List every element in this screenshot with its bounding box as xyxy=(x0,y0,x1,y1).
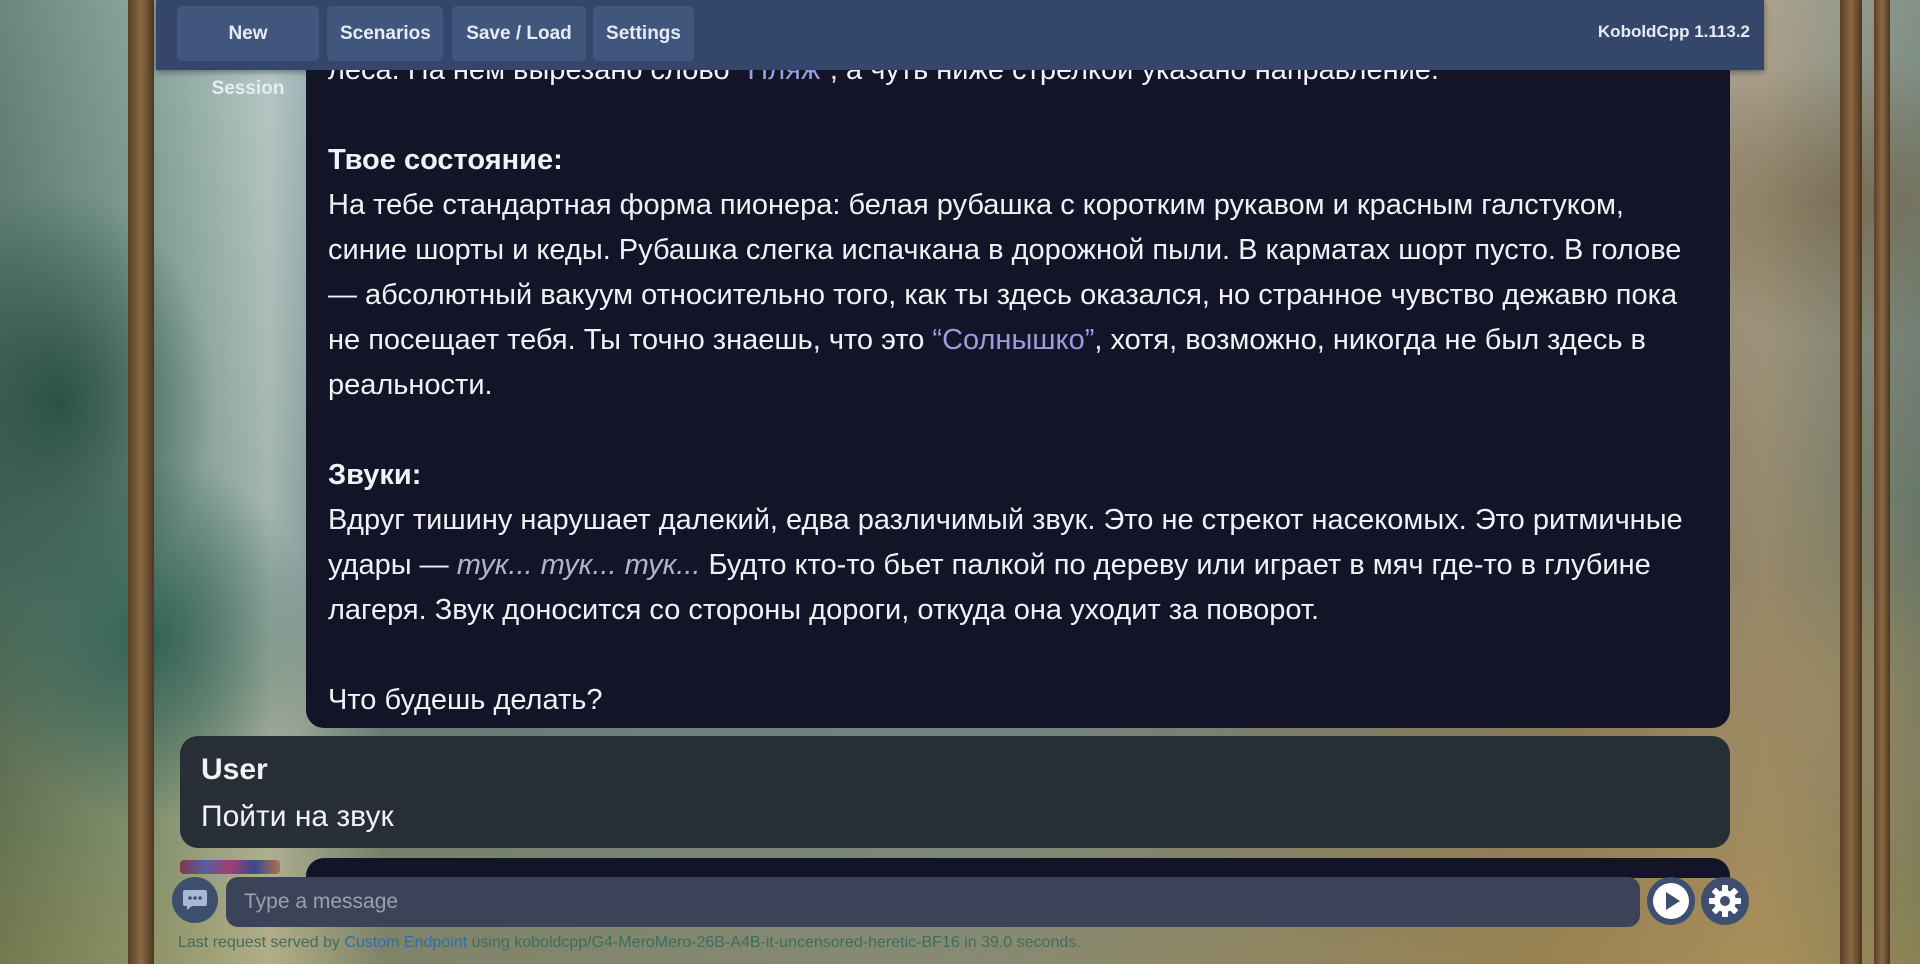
new-session-button[interactable]: New Session xyxy=(177,6,319,99)
background-tree xyxy=(128,0,154,964)
message-input-placeholder: Type a message xyxy=(244,890,399,913)
background-tree xyxy=(1874,0,1890,964)
ai-message-bubble: леса. На нем вырезано слово “Пляж”, а чу… xyxy=(306,70,1730,728)
sounds-heading: Звуки: xyxy=(328,459,422,491)
top-navbar: New Session Scenarios Save / Load Settin… xyxy=(156,0,1764,99)
ai-message-clipped-line: леса. На нем вырезано слово “Пляж”, а чу… xyxy=(328,70,1708,93)
user-message-bubble: User Пойти на звук xyxy=(180,736,1730,848)
state-paragraph: На тебе стандартная форма пионера: белая… xyxy=(328,189,1682,401)
gear-icon[interactable] xyxy=(1701,877,1749,925)
background-tree xyxy=(1840,0,1862,964)
message-input[interactable]: Type a message xyxy=(226,877,1640,927)
status-footer: Last request served by Custom Endpoint u… xyxy=(178,934,1081,951)
model-name: koboldcpp/G4-MeroMero-26B-A4B-it-uncenso… xyxy=(514,934,960,951)
user-message-text: Пойти на звук xyxy=(201,800,394,833)
highlighted-text: “Солнышко” xyxy=(932,324,1095,356)
response-time: in 39.0 seconds. xyxy=(959,934,1081,951)
state-heading: Твое состояние: xyxy=(328,144,563,176)
scenarios-button[interactable]: Scenarios xyxy=(327,6,443,61)
endpoint-link[interactable]: Custom Endpoint xyxy=(344,934,467,951)
settings-button[interactable]: Settings xyxy=(593,6,694,61)
question-text: Что будешь делать? xyxy=(328,684,603,716)
highlighted-text: “Пляж” xyxy=(737,70,830,86)
italic-text: тук... тук... тук... xyxy=(456,549,701,581)
avatar-thumbnail xyxy=(180,860,280,874)
app-version: KoboldCpp 1.113.2 xyxy=(1597,22,1750,41)
chat-bubble-icon[interactable] xyxy=(172,877,218,923)
input-bar: Type a message xyxy=(0,874,1920,928)
save-load-button[interactable]: Save / Load xyxy=(452,6,586,61)
sounds-paragraph: Вдруг тишину нарушает далекий, едва разл… xyxy=(328,504,1683,626)
play-icon[interactable] xyxy=(1647,877,1695,925)
user-name: User xyxy=(201,753,268,786)
